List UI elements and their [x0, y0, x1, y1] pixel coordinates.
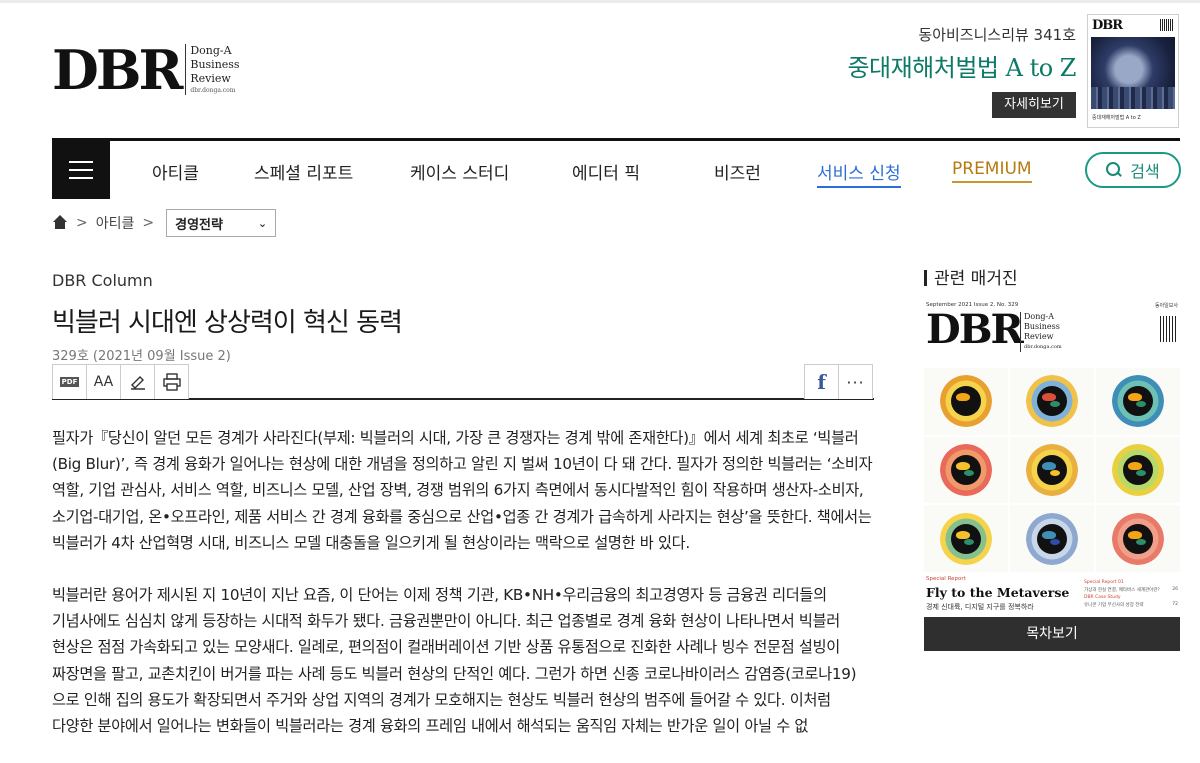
font-size-label: AA — [93, 374, 114, 390]
menu-icon[interactable] — [52, 141, 110, 199]
article-toolbar: PDF AA f ··· — [52, 364, 874, 400]
contents-line: Special Report 01 — [1084, 580, 1124, 585]
magazine-cover[interactable]: September 2021 Issue 2, No. 329 동아일보사 DB… — [924, 298, 1180, 618]
facebook-icon[interactable]: f — [804, 364, 839, 399]
scrap-icon[interactable] — [120, 364, 155, 399]
artwork-tile — [924, 505, 1008, 572]
artwork-tile — [1096, 368, 1180, 435]
article-paragraph: 필자가『당신이 알던 모든 경계가 사라진다(부제: 빅블러의 시대, 가장 큰… — [52, 429, 873, 552]
article-paragraph: 빅블러란 용어가 제시된 지 10년이 지난 요즘, 이 단어는 이제 정책 기… — [52, 586, 857, 736]
nav-item-special-report[interactable]: 스페셜 리포트 — [254, 159, 353, 184]
artwork-tile — [1096, 505, 1180, 572]
special-report-label: Special Report — [926, 576, 966, 582]
contents-line: 가상과 현실 연결, 메타버스 세계관이란? 26 — [1084, 587, 1178, 593]
magazine-publisher: 동아일보사 — [1154, 303, 1178, 309]
nav-item-premium[interactable]: PREMIUM — [952, 159, 1032, 183]
chevron-down-icon: ⌄ — [257, 216, 268, 230]
related-magazine-title: 관련 매거진 — [924, 264, 1018, 289]
magazine-logo-subtitle: Dong-A Business Review dbr.donga.com — [1020, 312, 1062, 352]
nav-item-article[interactable]: 아티클 — [152, 159, 199, 184]
search-label: 검색 — [1130, 162, 1160, 181]
logo-sub-line: Dong-A — [190, 44, 232, 57]
logo-domain: dbr.donga.com — [190, 87, 236, 94]
issue-cover-image[interactable]: DBR 중대재해처벌법 A to Z — [1087, 14, 1179, 128]
magazine-sub-line: Review — [1024, 332, 1054, 341]
contents-line: DBR Case Study — [1084, 595, 1121, 600]
issue-label: 동아비즈니스리뷰 341호 — [918, 26, 1076, 44]
nav-item-bizrun[interactable]: 비즈런 — [714, 159, 761, 184]
header-rule — [52, 138, 1180, 141]
related-magazine-label: 관련 매거진 — [934, 269, 1018, 289]
magazine-subline: 경제 신대륙, 디지털 지구를 정복하라 — [926, 603, 1034, 611]
cover-artwork — [1091, 37, 1175, 109]
cover-city-skyline — [1091, 87, 1175, 109]
search-button[interactable]: 검색 — [1085, 152, 1181, 188]
nav-item-case-study[interactable]: 케이스 스터디 — [410, 159, 509, 184]
artwork-tile — [924, 436, 1008, 504]
chevron-right-icon: > — [76, 215, 88, 231]
artwork-tile — [924, 368, 1008, 435]
more-icon[interactable]: ··· — [838, 364, 873, 399]
magazine-contents-preview: Special Report 01 가상과 현실 연결, 메타버스 세계관이란?… — [1084, 580, 1178, 610]
breadcrumb-article[interactable]: 아티클 — [96, 213, 135, 233]
magazine-artwork-grid — [924, 368, 1180, 572]
nav-item-service-apply[interactable]: 서비스 신청 — [817, 159, 901, 188]
logo-sub-line: Business — [190, 58, 240, 71]
top-border — [0, 0, 1200, 3]
logo-subtitle: Dong-A Business Review dbr.donga.com — [185, 44, 240, 95]
font-size-icon[interactable]: AA — [86, 364, 121, 399]
artwork-tile — [1010, 368, 1094, 435]
facebook-glyph: f — [817, 370, 826, 394]
print-icon[interactable] — [154, 364, 189, 399]
magazine-sub-line: Dong-A — [1024, 312, 1054, 321]
artwork-tile — [1010, 505, 1094, 572]
article-title: 빅블러 시대엔 상상력이 혁신 동력 — [52, 308, 403, 338]
article-body: 필자가『당신이 알던 모든 경계가 사라진다(부제: 빅블러의 시대, 가장 큰… — [52, 425, 874, 763]
magazine-logo: DBR — [926, 306, 1024, 353]
magazine-barcode — [1160, 316, 1176, 342]
breadcrumb: > 아티클 > 경영전략 ⌄ — [52, 209, 277, 237]
chevron-right-icon: > — [142, 215, 155, 231]
magazine-headline-block: Special Report Fly to the Metaverse 경제 신… — [926, 576, 1069, 612]
category-selected: 경영전략 — [175, 217, 223, 233]
contents-line: 유니콘 기업 무신사의 성장 전략 72 — [1084, 602, 1178, 608]
home-icon[interactable] — [52, 215, 68, 231]
logo-wordmark: DBR — [52, 38, 183, 102]
magazine-sub-line: Business — [1024, 322, 1060, 331]
cover-header: DBR — [1088, 15, 1178, 37]
logo-sub-line: Review — [190, 72, 231, 85]
pdf-icon[interactable]: PDF — [52, 364, 87, 399]
category-select[interactable]: 경영전략 ⌄ — [166, 209, 277, 237]
toc-button[interactable]: 목차보기 — [924, 617, 1180, 651]
cover-caption: 중대재해처벌법 A to Z — [1092, 115, 1141, 121]
search-icon — [1106, 162, 1122, 178]
artwork-tile — [1096, 436, 1180, 504]
detail-button[interactable]: 자세히보기 — [992, 92, 1076, 118]
nav-item-editor-pick[interactable]: 에디터 픽 — [572, 159, 640, 184]
article-meta: 329호 (2021년 09월 Issue 2) — [52, 349, 231, 364]
magazine-domain: dbr.donga.com — [1024, 344, 1062, 350]
cover-barcode — [1160, 19, 1174, 31]
pdf-label: PDF — [59, 377, 80, 387]
issue-title[interactable]: 중대재해처벌법 A to Z — [847, 48, 1076, 83]
artwork-tile — [1010, 436, 1094, 504]
dbr-logo[interactable]: DBR Dong-A Business Review dbr.donga.com — [52, 40, 240, 100]
cover-logo: DBR — [1092, 18, 1123, 33]
more-glyph: ··· — [846, 372, 865, 392]
magazine-headline: Fly to the Metaverse — [926, 585, 1070, 600]
column-label: DBR Column — [52, 271, 153, 290]
